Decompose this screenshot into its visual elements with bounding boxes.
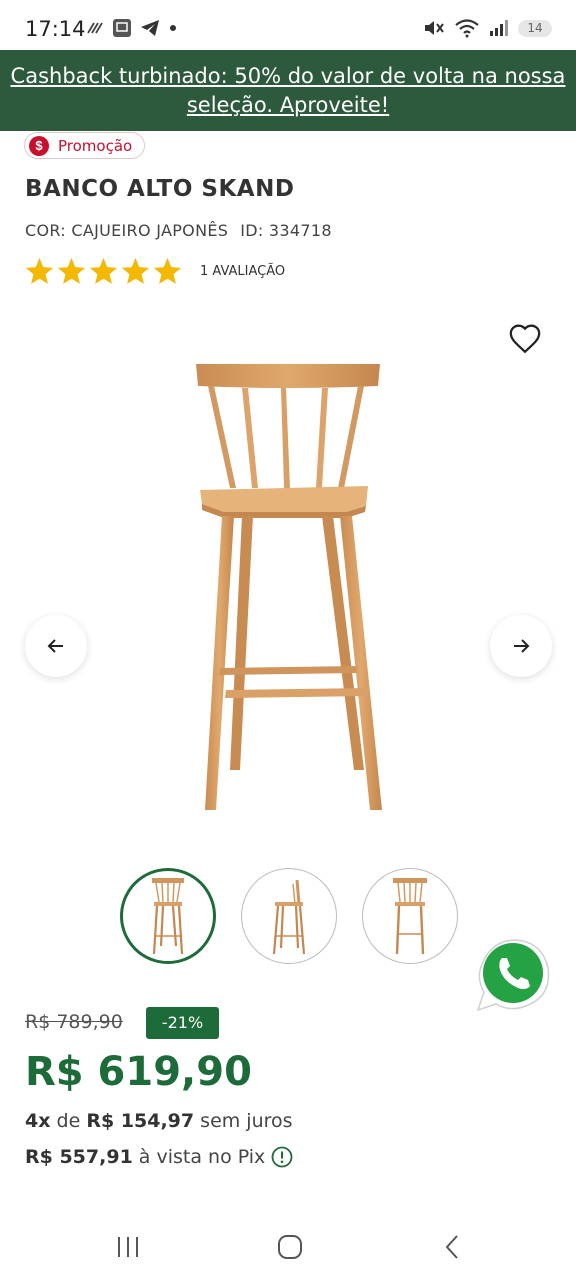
recent-apps-icon xyxy=(118,1237,138,1257)
discount-badge: -21% xyxy=(146,1007,219,1039)
thumbnail-stool-back-image xyxy=(393,878,427,955)
pix-value: R$ 557,91 xyxy=(25,1146,133,1168)
promotion-badge-label: Promoção xyxy=(58,136,133,155)
rating-stars xyxy=(24,256,183,287)
telegram-icon xyxy=(141,20,159,36)
thumbnail-2[interactable] xyxy=(241,868,337,964)
info-icon[interactable] xyxy=(271,1146,293,1168)
product-meta: COR: CAJUEIRO JAPONÊS ID: 334718 xyxy=(25,221,332,240)
arrow-left-icon xyxy=(47,639,63,653)
installments-count: 4x xyxy=(25,1110,51,1132)
product-title: BANCO ALTO SKAND xyxy=(25,176,295,202)
star-icon xyxy=(25,257,54,284)
installments-info: 4x de R$ 154,97 sem juros xyxy=(25,1110,293,1132)
recent-apps-button[interactable] xyxy=(108,1232,148,1262)
old-price: R$ 789,90 xyxy=(25,1011,123,1033)
product-rating[interactable]: 1 AVALIAÇÃO xyxy=(24,256,285,287)
dot-icon xyxy=(170,25,176,31)
cashback-banner[interactable]: Cashback turbinado: 50% do valor de volt… xyxy=(0,50,576,131)
product-color: COR: CAJUEIRO JAPONÊS xyxy=(25,221,229,240)
thumbnail-stool-image xyxy=(152,878,184,955)
back-icon xyxy=(445,1235,458,1259)
installments-value: R$ 154,97 xyxy=(86,1110,195,1132)
heart-icon[interactable] xyxy=(508,322,542,356)
next-image-button[interactable] xyxy=(490,615,552,677)
promotion-badge: $ Promoção xyxy=(24,132,146,159)
product-id: ID: 334718 xyxy=(240,221,332,240)
current-price: R$ 619,90 xyxy=(25,1049,252,1095)
mute-icon xyxy=(425,21,444,35)
status-right-icons: 14 xyxy=(423,18,552,38)
whatsapp-icon[interactable] xyxy=(472,934,554,1016)
app-icon xyxy=(113,19,131,37)
back-button[interactable] xyxy=(432,1232,472,1262)
previous-image-button[interactable] xyxy=(25,615,87,677)
star-icon xyxy=(153,257,182,284)
arrow-right-icon xyxy=(514,639,530,653)
status-bar: 17:14 14 xyxy=(0,0,576,50)
home-button[interactable] xyxy=(270,1232,310,1262)
dollar-icon: $ xyxy=(29,135,49,156)
star-icon xyxy=(57,257,86,284)
installments-de: de xyxy=(56,1110,81,1132)
product-image[interactable] xyxy=(150,350,430,820)
home-icon xyxy=(278,1235,302,1259)
battery-icon: 14 xyxy=(518,19,552,37)
thumbnail-1[interactable] xyxy=(120,868,216,964)
rating-count[interactable]: 1 AVALIAÇÃO xyxy=(200,264,285,279)
star-icon xyxy=(89,257,118,284)
pix-suffix: à vista no Pix xyxy=(138,1146,266,1168)
installments-suffix: sem juros xyxy=(200,1110,293,1132)
thumbnail-3[interactable] xyxy=(362,868,458,964)
navigation-bar xyxy=(0,1210,576,1280)
signal-lines-icon xyxy=(87,22,103,34)
star-icon xyxy=(121,257,150,284)
wifi-icon xyxy=(455,19,479,38)
thumbnail-stool-side-image xyxy=(272,879,306,955)
status-left-icons xyxy=(86,18,178,38)
pix-price-info: R$ 557,91 à vista no Pix xyxy=(25,1146,293,1168)
cashback-banner-text[interactable]: Cashback turbinado: 50% do valor de volt… xyxy=(0,62,576,120)
thumbnail-gallery xyxy=(120,868,458,964)
status-time: 17:14 xyxy=(25,17,86,41)
cellular-icon xyxy=(490,20,508,36)
